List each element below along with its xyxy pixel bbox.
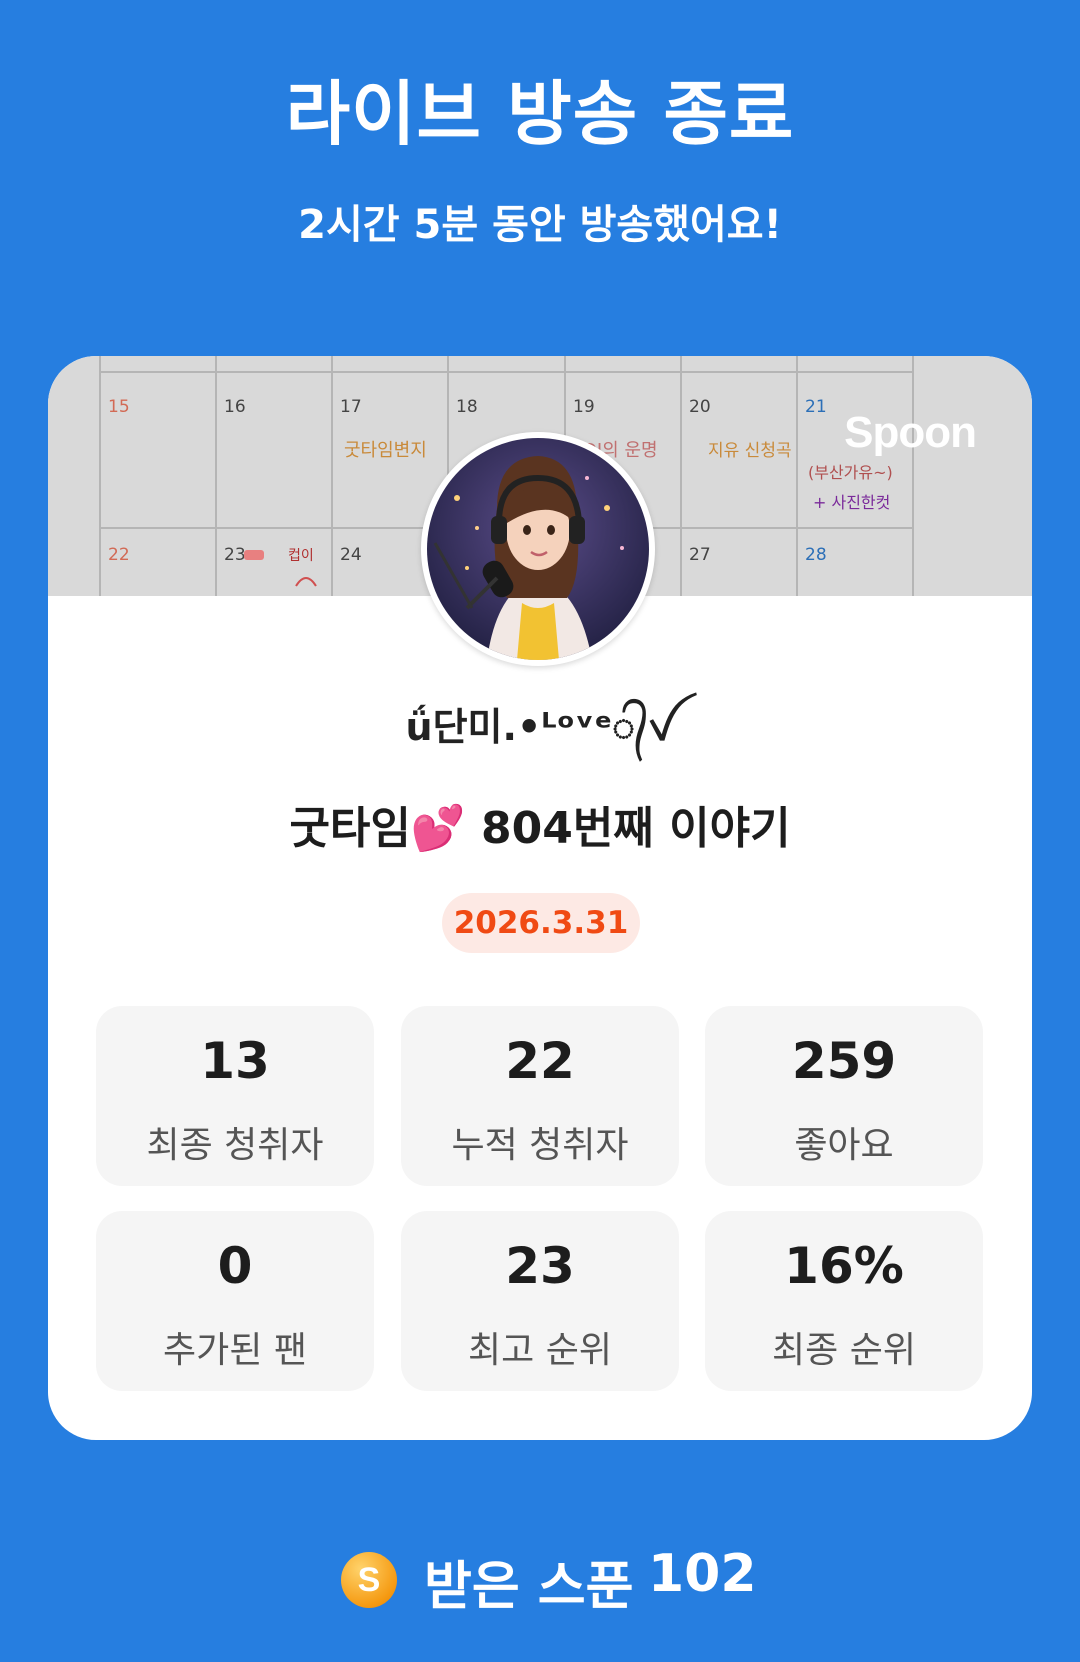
calendar-note: (부산가유~) [808, 463, 893, 482]
calendar-day: 27 [689, 545, 711, 565]
stat-label: 최종 순위 [772, 1330, 916, 1371]
stat-final-listeners: 13 최종 청취자 [96, 1006, 374, 1186]
calendar-note: + 사진한컷 [813, 493, 890, 512]
calendar-day: 20 [689, 397, 711, 417]
calendar-note: 지유 신청곡 [708, 441, 792, 461]
stat-value: 259 [791, 1032, 897, 1090]
stat-value: 13 [200, 1032, 270, 1090]
broadcast-title: 굿타임💕 804번째 이야기 [289, 803, 791, 854]
calendar-day: 28 [805, 545, 827, 565]
stat-label: 좋아요 [794, 1125, 894, 1166]
received-spoons: S 받은 스푼 102 [0, 1540, 1080, 1620]
stat-value: 22 [505, 1032, 575, 1090]
received-spoons-label: 받은 스푼 [424, 1557, 634, 1617]
stat-label: 최고 순위 [468, 1330, 612, 1371]
stat-value: 16% [784, 1237, 904, 1295]
avatar [421, 432, 655, 666]
calendar-day: 19 [573, 397, 595, 417]
calendar-day: 22 [108, 545, 130, 565]
stat-likes: 259 좋아요 [705, 1006, 983, 1186]
calendar-day: 24 [340, 545, 362, 565]
stat-label: 누적 청취자 [451, 1125, 629, 1166]
spoon-coin-icon: S [341, 1552, 397, 1608]
stat-final-rank: 16% 최종 순위 [705, 1211, 983, 1391]
calendar-day: 16 [224, 397, 246, 417]
dj-nickname: ǘ단미.•ᴸᵒᵛᵉ᭄ꪜ [405, 705, 675, 749]
stat-label: 추가된 팬 [163, 1330, 307, 1371]
stat-new-fans: 0 추가된 팬 [96, 1211, 374, 1391]
stat-value: 0 [217, 1237, 253, 1295]
calendar-day: 17 [340, 397, 362, 417]
dj-portrait-image [427, 438, 649, 660]
received-spoons-count: 102 [648, 1544, 757, 1604]
stat-total-listeners: 22 누적 청취자 [401, 1006, 679, 1186]
calendar-note: 컵이 [288, 548, 314, 564]
calendar-day: 15 [108, 397, 130, 417]
stat-best-rank: 23 최고 순위 [401, 1211, 679, 1391]
stat-label: 최종 청취자 [146, 1125, 324, 1166]
calendar-day: 23 [224, 545, 246, 565]
broadcast-duration: 2시간 5분 동안 방송했어요! [298, 202, 782, 248]
calendar-day: 21 [805, 397, 827, 417]
stat-value: 23 [505, 1237, 575, 1295]
calendar-note: 굿타임변지 [344, 440, 427, 461]
calendar-day: 18 [456, 397, 478, 417]
spoon-logo: Spoon [844, 408, 977, 457]
page-title: 라이브 방송 종료 [285, 73, 795, 155]
broadcast-date-badge: 2026.3.31 [442, 893, 640, 953]
broadcast-summary-card: 15 16 17 18 19 20 21 22 23 24 27 28 굿타임변… [48, 356, 1032, 1440]
